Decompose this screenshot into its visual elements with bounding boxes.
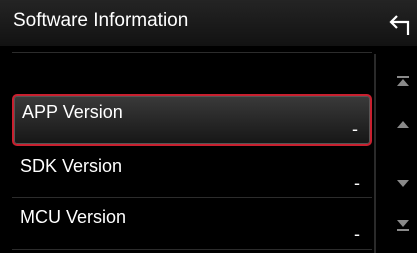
- scroll-bottom-button[interactable]: [390, 215, 416, 235]
- scroll-down-button[interactable]: [390, 173, 416, 193]
- list-item-label: SDK Version: [20, 156, 123, 176]
- divider: [12, 197, 372, 198]
- list-item-label: MCU Version: [20, 207, 127, 227]
- list-item-value: -: [354, 224, 360, 244]
- scroll-up-icon: [397, 121, 409, 128]
- list-item-value: -: [352, 119, 358, 139]
- scrollbar[interactable]: [374, 54, 376, 253]
- scroll-top-icon: [397, 76, 409, 86]
- list-item-sdk-version[interactable]: SDK Version -: [12, 150, 372, 202]
- header-bar: Software Information: [0, 0, 417, 46]
- divider: [12, 52, 372, 53]
- list-item-mcu-version[interactable]: MCU Version -: [12, 201, 372, 253]
- scroll-top-button[interactable]: [390, 72, 416, 92]
- software-information-screen: Software Information APP Version - SDK V…: [0, 0, 417, 253]
- scroll-down-icon: [397, 180, 409, 187]
- scroll-up-button[interactable]: [390, 115, 416, 135]
- list-item-app-version[interactable]: APP Version -: [12, 94, 372, 146]
- page-title: Software Information: [13, 10, 189, 31]
- list-item-value: -: [354, 173, 360, 193]
- scroll-bottom-icon: [397, 220, 409, 231]
- back-button[interactable]: [388, 8, 416, 38]
- list-item-label: APP Version: [22, 102, 123, 122]
- divider: [12, 249, 372, 250]
- back-arrow-icon: [389, 15, 410, 35]
